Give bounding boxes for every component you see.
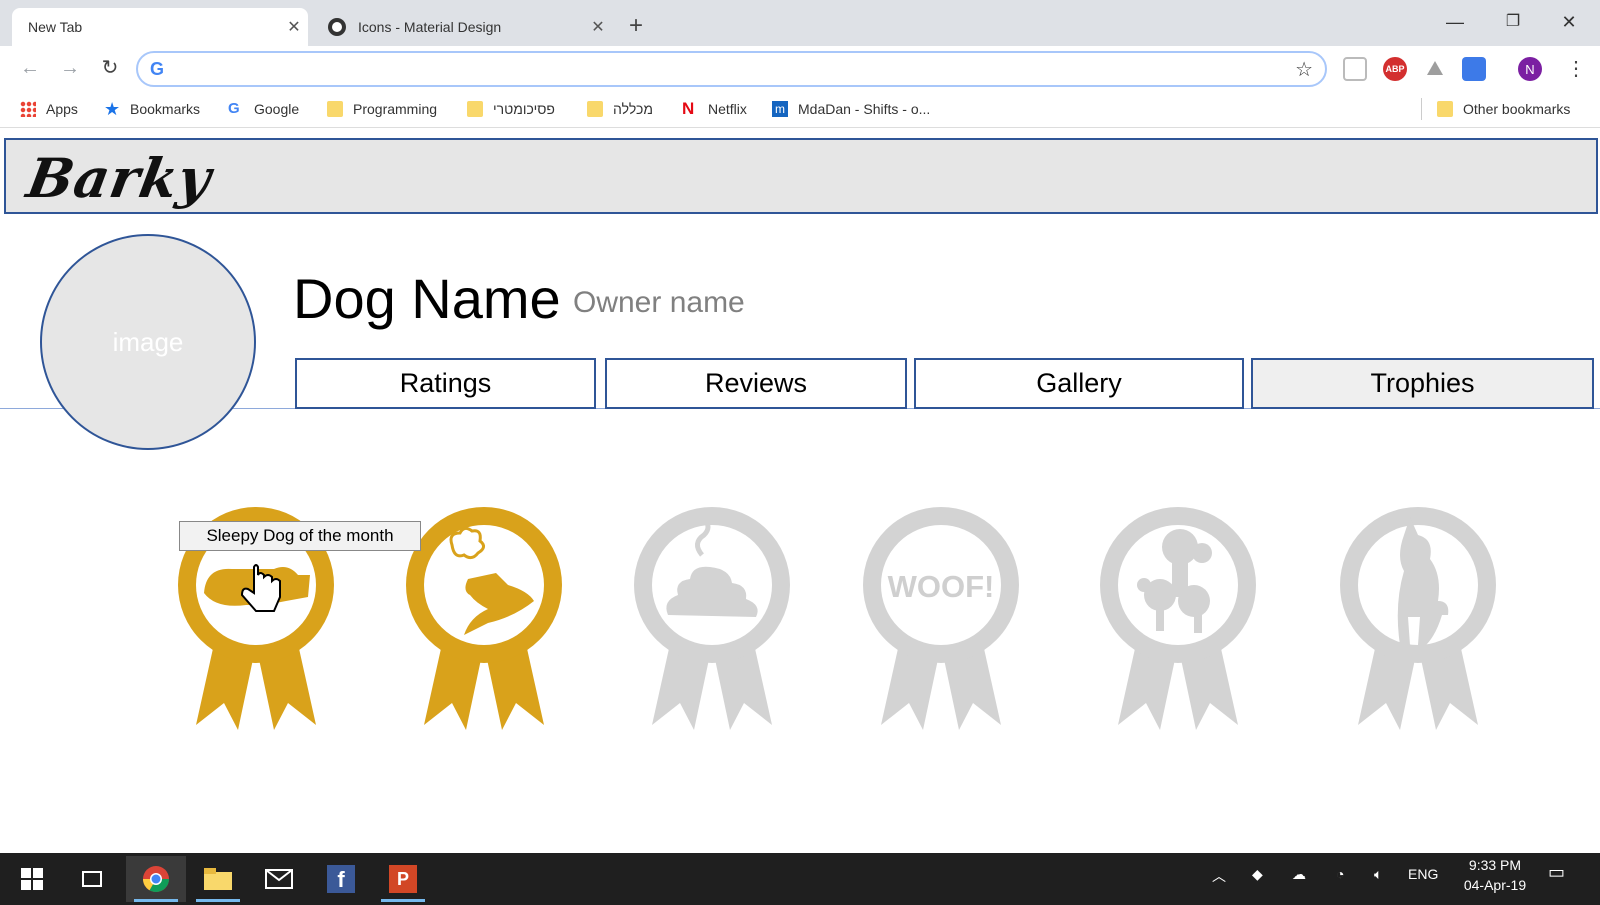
bookmark-netflix[interactable]: N Netflix <box>682 96 747 122</box>
bookmark-bookmarks[interactable]: ★ Bookmarks <box>104 96 200 122</box>
tab-reviews[interactable]: Reviews <box>605 358 907 409</box>
apps-grid-icon <box>20 101 36 117</box>
bookmarks-divider <box>1421 98 1422 120</box>
material-design-favicon-icon <box>328 18 346 36</box>
dropbox-icon[interactable]: ◆ <box>1252 866 1263 883</box>
task-view-icon[interactable] <box>62 856 122 902</box>
folder-icon <box>327 101 343 117</box>
window-close-icon[interactable]: ✕ <box>1546 6 1592 38</box>
clock[interactable]: 9:33 PM 04-Apr-19 <box>1462 857 1528 893</box>
bookmark-psychometric[interactable]: פסיכומטרי <box>467 96 555 122</box>
reload-icon[interactable]: ↻ <box>96 54 124 82</box>
trophy-sitting-dog[interactable] <box>1338 505 1498 735</box>
tab-title: New Tab <box>28 19 83 35</box>
trophy-poodle[interactable] <box>1098 505 1258 735</box>
windows-start-icon[interactable] <box>2 856 62 902</box>
trophy-tooltip: Sleepy Dog of the month <box>179 521 421 551</box>
site-header <box>4 138 1598 214</box>
action-center-icon[interactable]: ▭ <box>1548 862 1565 883</box>
new-tab-button[interactable]: + <box>622 12 650 40</box>
address-bar[interactable]: G ☆ <box>136 51 1327 87</box>
onedrive-icon[interactable]: ☁ <box>1292 866 1306 883</box>
trophy-barking-dog[interactable] <box>404 505 564 735</box>
bookmark-other-bookmarks[interactable]: Other bookmarks <box>1437 96 1570 122</box>
google-icon: G <box>228 100 240 117</box>
address-input[interactable] <box>178 59 1258 79</box>
tab-new-tab[interactable]: New Tab ✕ <box>12 8 308 46</box>
close-icon[interactable]: ✕ <box>280 17 308 37</box>
profile-avatar[interactable]: N <box>1518 57 1542 81</box>
avatar-placeholder-text: image <box>112 326 184 357</box>
trophy-woof[interactable]: WOOF! <box>861 505 1021 735</box>
tab-title: Icons - Material Design <box>358 19 502 35</box>
tab-icons-material-design[interactable]: Icons - Material Design ✕ <box>316 8 612 46</box>
netflix-icon: N <box>682 99 695 118</box>
site-logo[interactable]: Barky <box>22 146 216 210</box>
mdadan-icon: m <box>772 101 788 117</box>
calendar-extension-icon[interactable] <box>1462 57 1486 81</box>
bookmark-google[interactable]: G Google <box>228 96 299 122</box>
clock-time: 9:33 PM <box>1468 857 1522 873</box>
more-menu-icon[interactable]: ⋮ <box>1566 56 1586 81</box>
pocket-extension-icon[interactable] <box>1343 57 1367 81</box>
bookmark-mdadan[interactable]: m MdaDan - Shifts - o... <box>772 96 930 122</box>
folder-icon <box>467 101 483 117</box>
tab-ratings[interactable]: Ratings <box>295 358 596 409</box>
restore-icon[interactable]: ❐ <box>1490 6 1536 38</box>
file-explorer-icon[interactable] <box>188 856 248 902</box>
folder-icon <box>1437 101 1453 117</box>
volume-icon[interactable]: 🔈︎ <box>1374 866 1382 883</box>
mail-icon[interactable] <box>249 856 309 902</box>
adblock-plus-icon[interactable]: ABP <box>1383 57 1407 81</box>
owner-name: Owner name <box>573 286 745 319</box>
powerpoint-icon[interactable]: P <box>373 856 433 902</box>
bookmark-programming[interactable]: Programming <box>327 96 437 122</box>
dog-name: Dog Name <box>293 267 561 330</box>
show-hidden-icons-icon[interactable]: ︿ <box>1212 866 1226 886</box>
language-indicator[interactable]: ENG <box>1408 866 1438 882</box>
network-icon[interactable]: ◔ <box>1336 866 1344 882</box>
tab-gallery[interactable]: Gallery <box>914 358 1244 409</box>
bookmark-apps[interactable]: Apps <box>20 96 78 122</box>
facebook-icon[interactable]: f <box>311 856 371 902</box>
chrome-taskbar-icon[interactable] <box>126 856 186 902</box>
woof-text-icon: WOOF! <box>888 569 995 604</box>
avatar[interactable]: image <box>40 234 256 450</box>
clock-date: 04-Apr-19 <box>1463 877 1527 893</box>
bookmark-star-icon[interactable]: ☆ <box>1295 57 1313 82</box>
trophy-poop[interactable] <box>632 505 792 735</box>
google-icon: G <box>150 59 165 79</box>
tab-trophies[interactable]: Trophies <box>1251 358 1594 409</box>
bookmark-college[interactable]: מכללה <box>587 96 653 122</box>
folder-icon <box>587 101 603 117</box>
google-drive-icon[interactable] <box>1423 57 1447 81</box>
forward-arrow-icon[interactable]: → <box>56 54 84 82</box>
star-icon: ★ <box>104 99 121 119</box>
minimize-icon[interactable]: — <box>1432 6 1478 38</box>
close-icon[interactable]: ✕ <box>584 17 612 37</box>
back-arrow-icon[interactable]: ← <box>16 54 44 82</box>
